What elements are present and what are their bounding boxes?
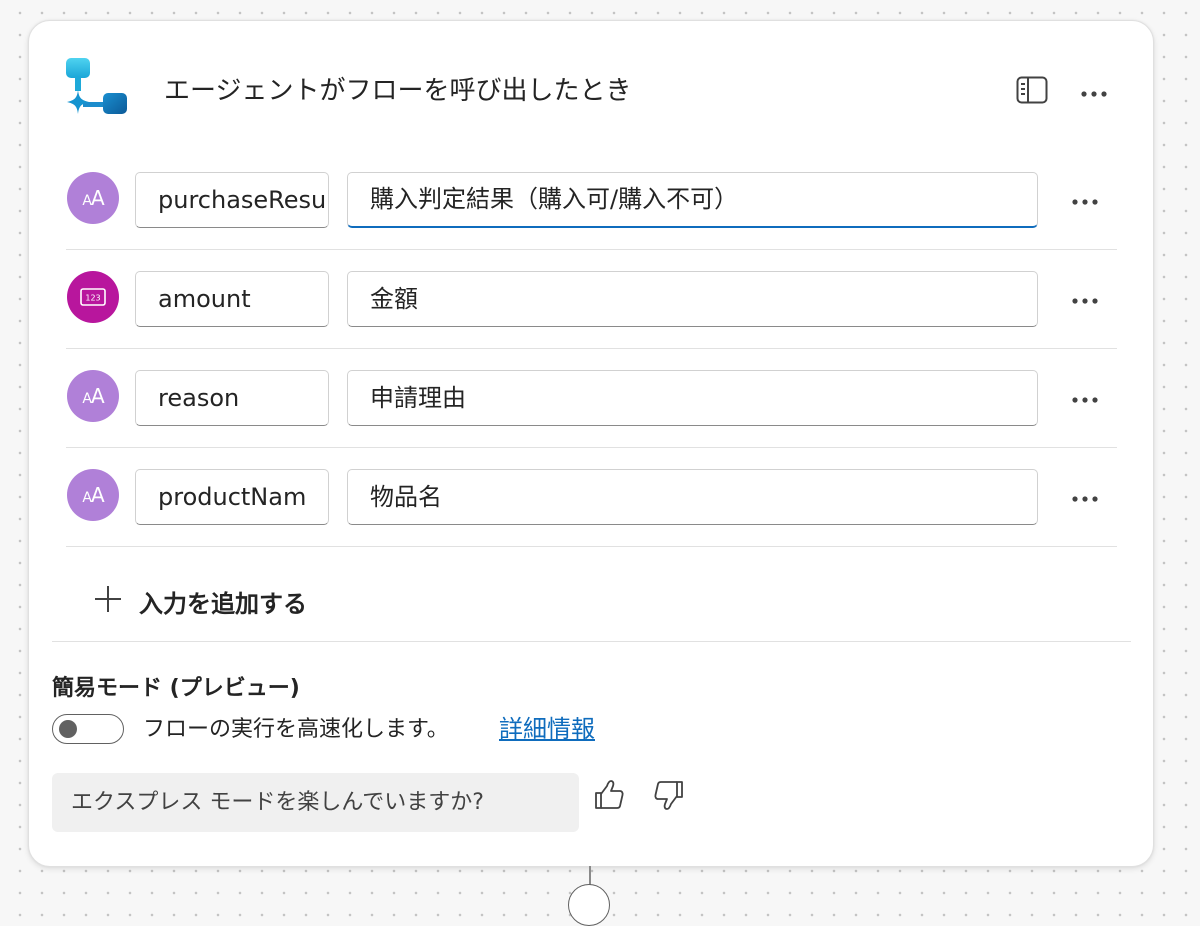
flow-trigger-card: エージェントがフローを呼び出したとき AA purchaseResu 購入判定結…	[28, 20, 1154, 867]
learn-more-link[interactable]: 詳細情報	[499, 712, 595, 746]
toggle-knob	[59, 720, 77, 738]
thumbs-down-button[interactable]	[649, 777, 689, 817]
number-type-icon: 123	[67, 271, 119, 323]
row-divider	[66, 249, 1117, 250]
input-description-field[interactable]: 物品名	[347, 469, 1038, 525]
more-horizontal-icon	[1080, 83, 1108, 102]
thumbs-up-button[interactable]	[589, 777, 629, 817]
row-more-button[interactable]	[1066, 379, 1104, 417]
add-input-button[interactable]: 入力を追加する	[91, 579, 307, 623]
side-panel-button[interactable]	[1013, 73, 1051, 111]
input-description-field[interactable]: 購入判定結果（購入可/購入不可）	[347, 172, 1038, 228]
row-more-button[interactable]	[1066, 280, 1104, 318]
side-panel-icon	[1016, 76, 1048, 108]
input-name-field[interactable]: productNam	[135, 469, 329, 525]
input-name-field[interactable]: purchaseResu	[135, 172, 329, 228]
agent-flow-trigger-icon	[63, 57, 129, 123]
text-type-icon: AA	[67, 370, 119, 422]
text-type-icon: AA	[67, 469, 119, 521]
svg-text:123: 123	[85, 294, 100, 303]
input-row-product-name: AA productNam 物品名	[65, 449, 1117, 547]
feedback-question: エクスプレス モードを楽しんでいますか?	[52, 773, 579, 832]
row-more-button[interactable]	[1066, 478, 1104, 516]
thumbs-up-icon	[592, 778, 626, 816]
flow-connector-line	[589, 866, 591, 886]
input-row-purchase-result: AA purchaseResu 購入判定結果（購入可/購入不可）	[65, 152, 1117, 250]
input-description-field[interactable]: 金額	[347, 271, 1038, 327]
more-horizontal-icon	[1071, 290, 1099, 309]
trigger-title: エージェントがフローを呼び出したとき	[164, 76, 632, 106]
section-divider	[52, 641, 1131, 642]
input-row-reason: AA reason 申請理由	[65, 350, 1117, 448]
more-horizontal-icon	[1071, 191, 1099, 210]
more-horizontal-icon	[1071, 488, 1099, 507]
plus-icon	[91, 582, 125, 620]
thumbs-down-icon	[652, 778, 686, 816]
insert-step-button[interactable]	[568, 884, 610, 926]
add-input-label: 入力を追加する	[139, 589, 307, 618]
input-name-field[interactable]: amount	[135, 271, 329, 327]
simple-mode-toggle[interactable]	[52, 714, 124, 744]
input-description-field[interactable]: 申請理由	[347, 370, 1038, 426]
simple-mode-title: 簡易モード (プレビュー)	[52, 676, 300, 701]
input-name-field[interactable]: reason	[135, 370, 329, 426]
row-more-button[interactable]	[1066, 181, 1104, 219]
row-divider	[66, 447, 1117, 448]
header-more-button[interactable]	[1075, 73, 1113, 111]
row-divider	[66, 348, 1117, 349]
text-type-icon: AA	[67, 172, 119, 224]
input-row-amount: 123 amount 金額	[65, 251, 1117, 349]
simple-mode-description: フローの実行を高速化します。	[143, 717, 449, 742]
row-divider	[66, 546, 1117, 547]
more-horizontal-icon	[1071, 389, 1099, 408]
